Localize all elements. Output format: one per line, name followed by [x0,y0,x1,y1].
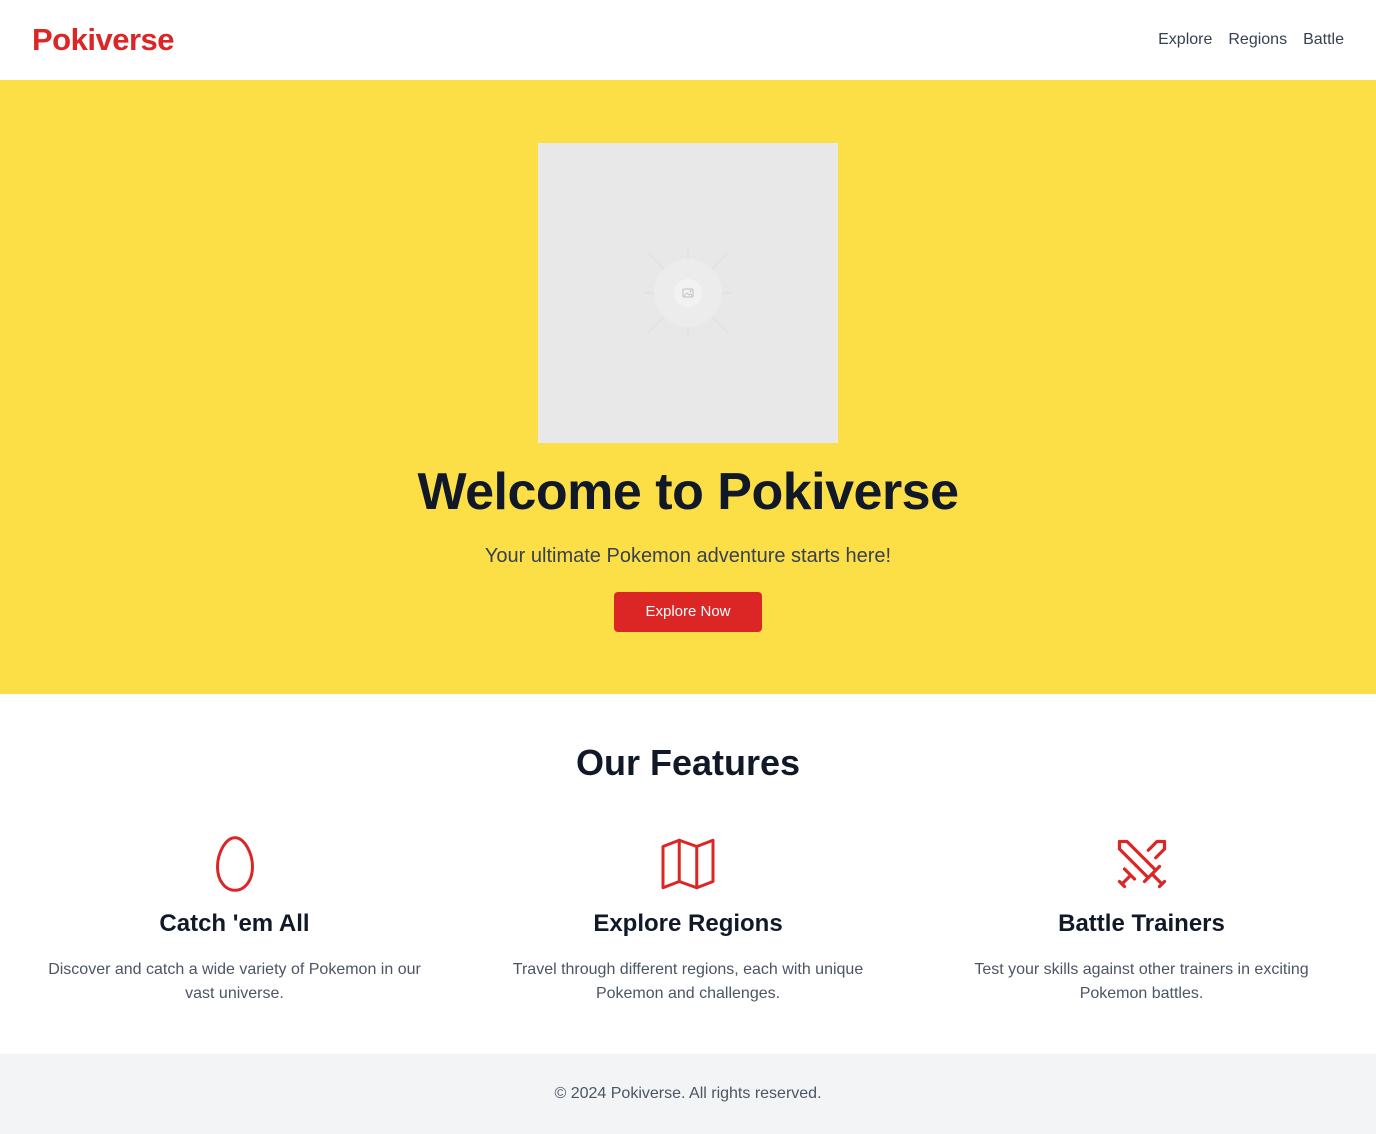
feature-title: Catch 'em All [159,910,310,937]
feature-card: Explore Regions Travel through different… [486,834,891,1006]
hero-image [538,143,838,443]
explore-now-button[interactable]: Explore Now [614,591,762,632]
copyright-text: © 2024 Pokiverse. All rights reserved. [554,1085,822,1102]
hero-section: Welcome to Pokiverse Your ultimate Pokem… [0,80,1376,694]
site-header: Pokiverse Explore Regions Battle [0,0,1376,80]
feature-title: Explore Regions [593,910,783,937]
main-nav: Explore Regions Battle [1158,31,1344,49]
hero-title: Welcome to Pokiverse [417,463,959,521]
image-placeholder-icon [645,250,731,336]
feature-description: Test your skills against other trainers … [974,961,1309,1002]
map-icon [658,834,718,894]
site-footer: © 2024 Pokiverse. All rights reserved. [0,1054,1376,1134]
crossed-swords-icon [1112,834,1172,894]
feature-card: Battle Trainers Test your skills against… [939,834,1344,1006]
feature-card: Catch 'em All Discover and catch a wide … [32,834,437,1006]
feature-description: Discover and catch a wide variety of Pok… [48,961,421,1002]
nav-link-regions[interactable]: Regions [1228,31,1287,49]
egg-icon [205,834,265,894]
feature-title: Battle Trainers [1058,910,1225,937]
feature-description: Travel through different regions, each w… [512,961,864,1002]
features-section: Our Features Catch 'em All Discover and … [0,694,1376,1054]
nav-link-explore[interactable]: Explore [1158,31,1212,49]
feature-grid: Catch 'em All Discover and catch a wide … [0,834,1376,1006]
nav-link-battle[interactable]: Battle [1303,31,1344,49]
hero-subtitle: Your ultimate Pokemon adventure starts h… [484,544,892,567]
site-logo[interactable]: Pokiverse [32,22,175,58]
features-title: Our Features [575,742,801,783]
